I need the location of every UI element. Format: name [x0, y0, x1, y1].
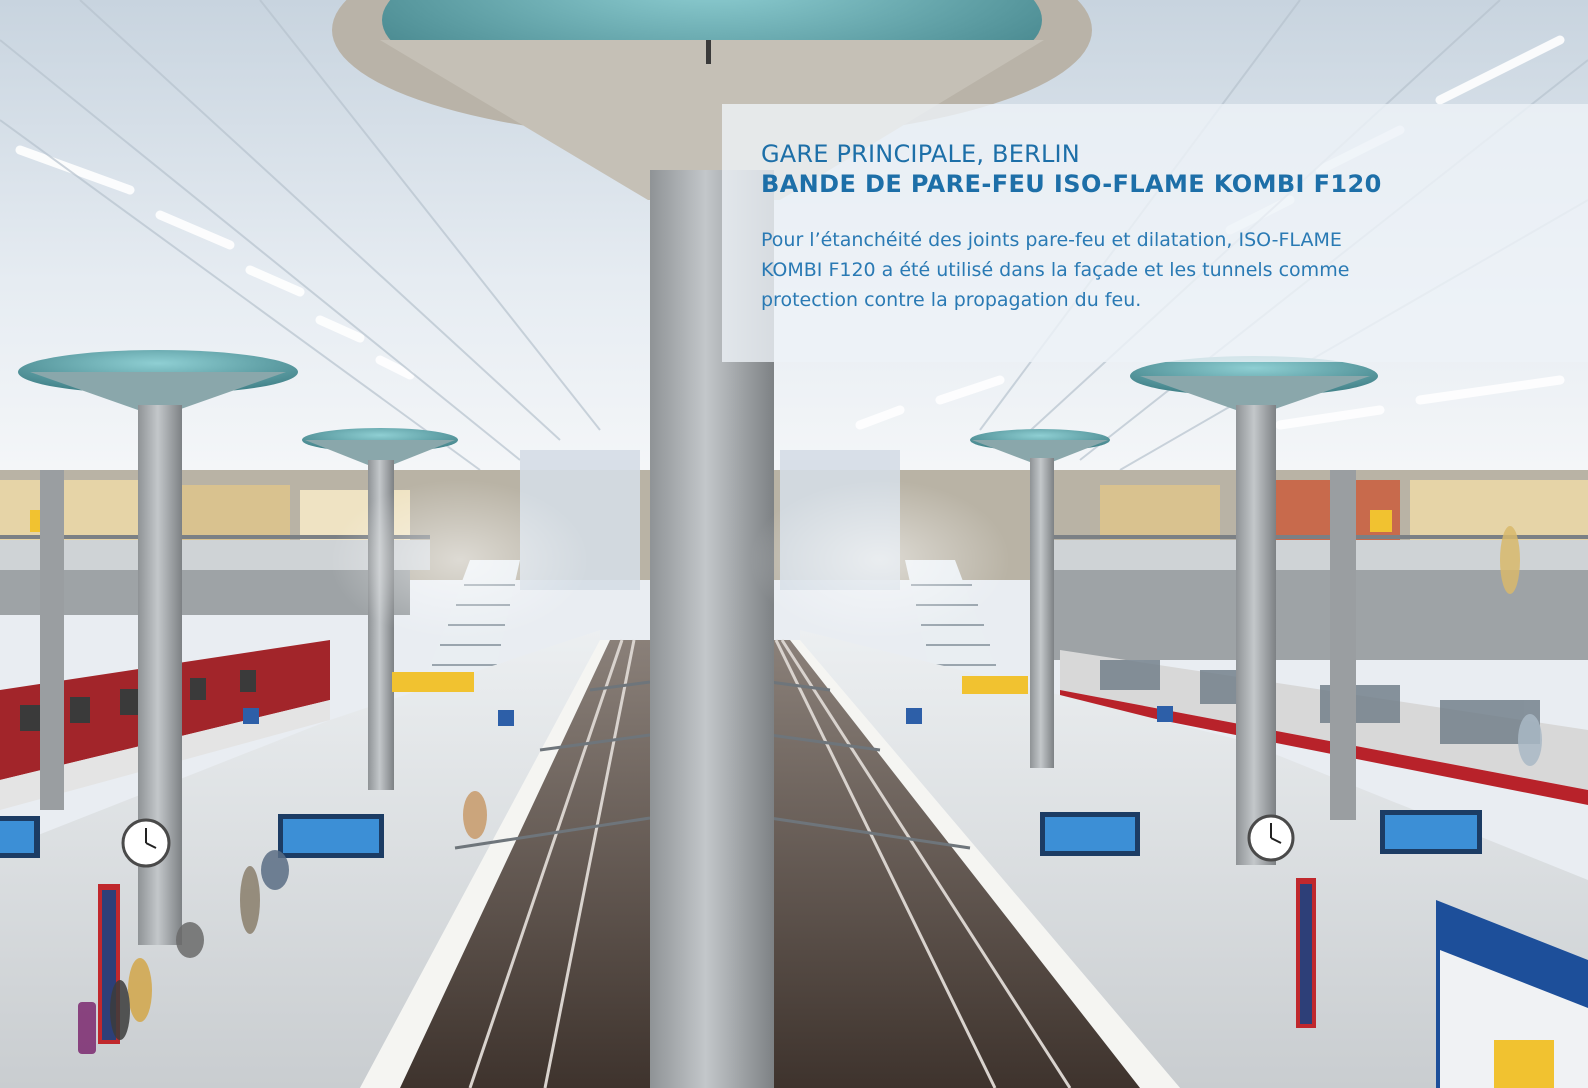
- caption-location: GARE PRINCIPALE, BERLIN: [761, 140, 1080, 168]
- caption-product-title: BANDE DE PARE-FEU ISO-FLAME KOMBI F120: [761, 170, 1382, 198]
- light-glow-right: [750, 480, 1010, 640]
- caption-panel: GARE PRINCIPALE, BERLIN BANDE DE PARE-FE…: [722, 104, 1588, 362]
- light-glow-left: [330, 480, 590, 640]
- caption-description: Pour l’étanchéité des joints pare-feu et…: [761, 229, 1350, 311]
